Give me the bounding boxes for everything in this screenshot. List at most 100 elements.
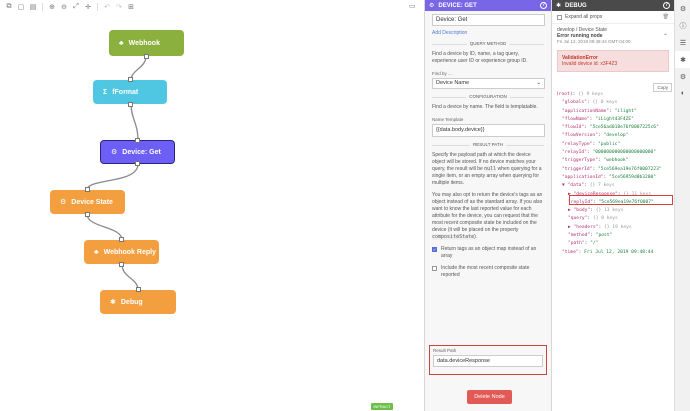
device-icon: ⚙ xyxy=(111,149,118,156)
help-icon[interactable]: ? xyxy=(540,2,547,9)
query-help-text: Find a device by ID, name, a tag query, … xyxy=(432,51,528,64)
node-webhook[interactable]: ♣ Webhook xyxy=(109,30,184,59)
wire-devicestate-webhookreply[interactable] xyxy=(86,213,123,241)
tree-value: "5ce569ea19e76f0007223" xyxy=(597,166,662,172)
tree-row[interactable]: "applicationName": "ilight" xyxy=(556,108,674,116)
wire-fformat-deviceget[interactable] xyxy=(130,103,139,141)
tree-key: "flowName" xyxy=(562,116,590,122)
flow-canvas[interactable]: ⧉ ▢ ▤ ⊕ ⊖ ⤢ ✛ ↶ ↷ ⊞ ▭ ♣ Webhook Σ fForma… xyxy=(0,0,425,411)
tree-row[interactable]: "path": "/" xyxy=(556,240,674,248)
node-debug[interactable]: ✱ Debug xyxy=(100,287,176,314)
debug-tab-icon[interactable]: ✱ xyxy=(675,51,690,68)
list-tab-icon[interactable]: ☰ xyxy=(675,34,690,51)
tree-key: "triggerType" xyxy=(562,158,598,164)
tree-row[interactable]: "applicationId": "5ce56959d0b3200" xyxy=(556,174,674,182)
tree-value: "post" xyxy=(595,233,613,239)
tree-value: "5ce56959d0b3200" xyxy=(609,174,657,180)
tree-meta: {} 19 keys xyxy=(603,224,632,230)
tree-row[interactable]: ▶ "headers": {} 19 keys xyxy=(556,224,674,232)
tree-row[interactable]: ▼ "data": {} 7 keys xyxy=(556,182,674,190)
configuration-help-text: Find a device by name. The field is temp… xyxy=(432,104,538,110)
tree-row[interactable]: "relayId": "000000000000000000000" xyxy=(556,149,674,157)
trash-icon[interactable]: 🗑 xyxy=(663,14,669,20)
tree-meta: {} 9 keys xyxy=(578,92,604,97)
tree-row[interactable]: "flowName": "iLight43F4ZE" xyxy=(556,116,674,124)
chevron-up-icon[interactable]: ⌃ xyxy=(663,34,668,40)
tree-meta: {} 0 keys xyxy=(592,216,618,222)
debug-message[interactable]: develop / Device State Error running nod… xyxy=(552,24,674,48)
section-query-method: QUERY METHOD xyxy=(432,41,544,46)
section-result-path: RESULT PATH xyxy=(432,142,544,147)
output-port[interactable] xyxy=(135,161,140,166)
input-port[interactable] xyxy=(127,77,133,82)
tree-value: "5ce56ad018e76f0007225c6" xyxy=(589,125,659,131)
error-detail: Invalid device id: x3F4Z3 xyxy=(562,61,618,67)
node-name-input[interactable]: Device: Get xyxy=(432,14,545,26)
name-template-input[interactable]: {{data.body.device}} xyxy=(432,124,545,137)
wire-webhook-fformat[interactable] xyxy=(130,55,147,81)
info-tab-icon[interactable]: ⓘ xyxy=(675,17,690,34)
palette-tab-icon[interactable]: ◐ xyxy=(675,85,690,102)
tree-value: Fri Jul 12, 2019 09:48:44 xyxy=(584,249,654,255)
find-by-select[interactable]: Device Name ⌄ xyxy=(432,78,545,89)
tree-row[interactable]: (root): {} 9 keys xyxy=(556,91,674,99)
node-editor-panel: ⚙ DEVICE: GET ? Device: Get Add Descript… xyxy=(425,0,552,411)
name-template-value: {{data.body.device}} xyxy=(436,127,485,133)
node-webhook-reply[interactable]: ♣ Webhook Reply xyxy=(84,237,159,267)
tree-value: "ilight" xyxy=(614,108,637,114)
status-badge: INFRACT xyxy=(371,403,393,410)
help-icon[interactable]: ? xyxy=(663,2,670,9)
add-description-link[interactable]: Add Description xyxy=(432,30,544,36)
tree-row[interactable]: "query": {} 0 keys xyxy=(556,215,674,223)
output-port[interactable] xyxy=(119,262,124,267)
node-label: Webhook xyxy=(128,39,160,47)
tree-row[interactable]: "method": "post" xyxy=(556,232,674,240)
tree-row[interactable]: "triggerType": "webhook" xyxy=(556,157,674,165)
tree-row[interactable]: ▶ "body": {} 13 keys xyxy=(556,207,674,215)
wire-deviceget-devicestate[interactable] xyxy=(86,163,139,191)
node-device-state[interactable]: ⚙ Device State xyxy=(50,187,125,217)
output-port[interactable] xyxy=(127,102,133,107)
output-port[interactable] xyxy=(144,54,149,59)
tree-row[interactable]: "flowId": "5ce56ad018e76f0007225c6" xyxy=(556,124,674,132)
input-port[interactable] xyxy=(119,237,124,242)
node-device-get[interactable]: ⚙ Device: Get xyxy=(100,138,175,166)
tree-row[interactable]: "globals": {} 0 keys xyxy=(556,99,674,107)
input-port[interactable] xyxy=(85,187,90,192)
cog-tab-icon[interactable]: ⚙ xyxy=(675,68,690,85)
output-port[interactable] xyxy=(85,212,90,217)
find-by-label: Find by ... xyxy=(432,71,452,76)
tree-key: (root) xyxy=(556,92,573,97)
settings-tab-icon[interactable]: ⚙ xyxy=(675,0,690,17)
tree-key: "flowVersion" xyxy=(562,133,598,139)
result-path-input[interactable]: data.deviceResponse xyxy=(433,355,543,367)
tree-value: "public" xyxy=(597,141,621,147)
webhook-icon: ♣ xyxy=(94,248,99,256)
tree-value: "/" xyxy=(590,241,599,247)
tree-key: "method" xyxy=(568,233,591,239)
name-template-label: Name Template xyxy=(432,117,464,122)
tree-key: "flowId" xyxy=(562,125,585,131)
tags-as-object-checkbox[interactable]: ✓ Return tags as an object map instead o… xyxy=(432,246,544,260)
delete-node-button[interactable]: Delete Node xyxy=(467,390,512,404)
message-time: Fri Jul 12, 2019 09:48:44 GMT-04:00 xyxy=(557,39,631,44)
expand-all-toggle[interactable]: Expand all props 🗑 xyxy=(552,11,674,24)
tree-row[interactable]: "flowVersion": "develop" xyxy=(556,132,674,140)
composite-state-checkbox[interactable]: Include the most recent composite state … xyxy=(432,265,544,279)
input-port[interactable] xyxy=(135,287,141,292)
node-label: fFormat xyxy=(112,88,139,96)
input-port[interactable] xyxy=(135,138,140,143)
tree-value: "000000000000000000000" xyxy=(592,150,657,156)
tree-key: "globals" xyxy=(562,100,587,106)
tree-key: "time" xyxy=(562,249,579,255)
checkbox[interactable] xyxy=(432,266,437,271)
tree-key: ▶ "body" xyxy=(568,208,591,214)
checkbox[interactable] xyxy=(557,14,562,20)
debug-header: ✱ DEBUG ? xyxy=(552,0,674,11)
checkmark-icon[interactable]: ✓ xyxy=(432,247,437,252)
tree-row[interactable]: "time": Fri Jul 12, 2019 09:48:44 xyxy=(556,249,674,257)
tree-row[interactable]: "triggerId": "5ce569ea19e76f0007223" xyxy=(556,166,674,174)
tree-row[interactable]: "relayType": "public" xyxy=(556,141,674,149)
tree-key: "query" xyxy=(568,216,588,222)
node-fformat[interactable]: Σ fFormat xyxy=(93,77,167,107)
